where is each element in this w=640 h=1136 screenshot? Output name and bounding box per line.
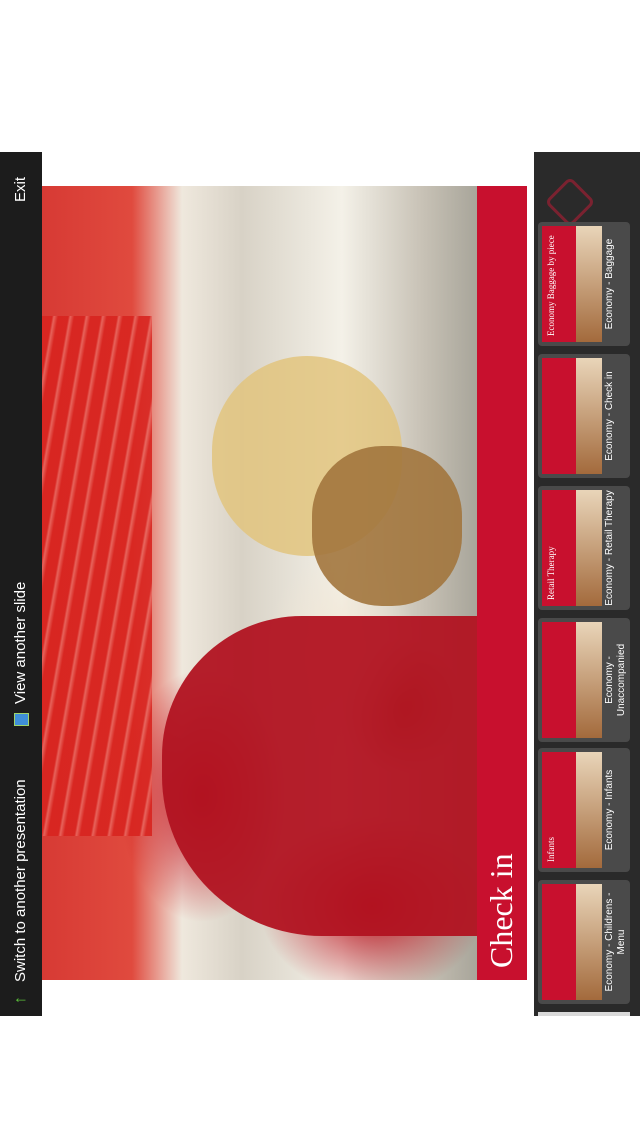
thumbnail-label: Economy - Unaccompanied bbox=[604, 643, 627, 717]
thumbnail-label: Economy - Baggage bbox=[604, 238, 615, 330]
thumbnail-image bbox=[542, 884, 602, 1000]
thumbnail-photo bbox=[576, 884, 602, 1000]
switch-presentation-icon[interactable]: ↑ bbox=[12, 996, 30, 1004]
exit-button[interactable]: Exit bbox=[12, 177, 29, 202]
thumbnail-list: Economy - Childrens - Menu Infants Economy… bbox=[534, 152, 640, 1016]
thumbnail-item[interactable]: Economy - Unaccompanied bbox=[538, 618, 630, 742]
thumbnail-image: Retail Therapy bbox=[542, 490, 602, 606]
attendant-figure bbox=[162, 616, 477, 936]
thumbnail-image bbox=[542, 358, 602, 474]
thumbnail-photo bbox=[576, 752, 602, 868]
thumbnail-photo bbox=[576, 226, 602, 342]
view-slide-icon[interactable] bbox=[14, 713, 29, 726]
thumbnail-item[interactable]: Economy - Check in bbox=[538, 354, 630, 478]
teddy-bear bbox=[312, 446, 462, 606]
thumbnail-image bbox=[542, 622, 602, 738]
toolbar-rotated: ↑ Switch to another presentation View an… bbox=[0, 152, 42, 1016]
thumbnail-photo bbox=[576, 622, 602, 738]
toolbar-column: ↑ Switch to another presentation View an… bbox=[0, 152, 42, 1016]
slide-title-text: Check in bbox=[483, 853, 519, 968]
main-slide[interactable] bbox=[42, 186, 477, 980]
thumbnail-partial[interactable] bbox=[538, 1012, 630, 1016]
thumbnail-photo bbox=[576, 358, 602, 474]
thumbnail-item[interactable]: Economy - Childrens - Menu bbox=[538, 880, 630, 1004]
thumbnail-photo bbox=[576, 490, 602, 606]
thumbnail-red-panel bbox=[542, 622, 576, 738]
thumbnail-image: Economy Baggage by piece bbox=[542, 226, 602, 342]
thumbnail-red-panel bbox=[542, 884, 576, 1000]
thumbnail-heading: Infants bbox=[546, 837, 556, 862]
background-logo-stripes bbox=[42, 316, 152, 836]
thumbnail-label: Economy - Childrens - Menu bbox=[604, 892, 627, 992]
portrait-layout: ↑ Switch to another presentation View an… bbox=[0, 0, 640, 1136]
thumbnail-image: Infants bbox=[542, 752, 602, 868]
thumbnail-item[interactable]: Infants Economy - Infants bbox=[538, 748, 630, 872]
thumbnail-item[interactable]: Economy Baggage by piece Economy - Baggag… bbox=[538, 222, 630, 346]
thumbnail-label: Economy - Infants bbox=[604, 769, 615, 851]
switch-presentation-button[interactable]: Switch to another presentation bbox=[12, 779, 29, 982]
view-slide-button[interactable]: View another slide bbox=[12, 582, 29, 704]
thumbnail-heading: Economy Baggage by piece bbox=[546, 235, 556, 336]
thumbnail-red-panel bbox=[542, 358, 576, 474]
slide-title: Check in bbox=[477, 186, 527, 980]
slide-title-band: Check in bbox=[477, 186, 527, 980]
thumbnail-label: Economy - Retail Therapy bbox=[604, 490, 615, 606]
thumbnail-label: Economy - Check in bbox=[604, 371, 615, 461]
thumbnail-heading: Retail Therapy bbox=[546, 546, 556, 600]
thumbnail-item[interactable]: Retail Therapy Economy - Retail Therapy bbox=[538, 486, 630, 610]
